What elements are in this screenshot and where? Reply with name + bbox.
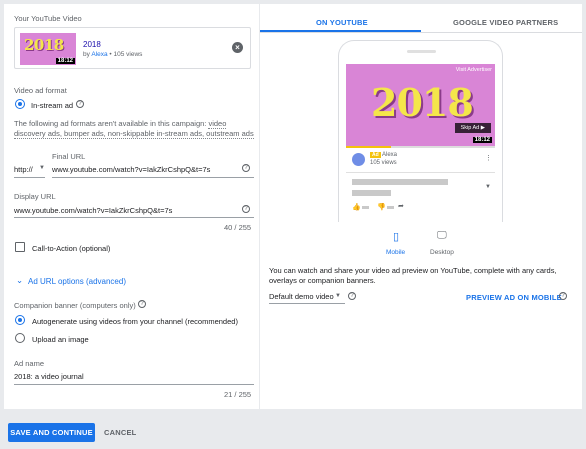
preview-channel: Alexa — [382, 152, 398, 158]
protocol-select[interactable]: http:// — [14, 165, 33, 174]
placeholder-bar — [362, 206, 369, 209]
display-url-label: Display URL — [14, 192, 56, 201]
ad-name-label: Ad name — [14, 359, 45, 368]
display-url-help-icon[interactable]: ? — [242, 205, 250, 213]
ad-format-note-text: The following ad formats aren't availabl… — [14, 119, 207, 128]
video-meta: by Alexa • 105 views — [83, 51, 142, 58]
device-desktop[interactable]: Desktop — [430, 249, 454, 256]
tabs-divider — [260, 32, 582, 33]
display-url-underline — [14, 217, 254, 218]
protocol-dropdown-icon[interactable]: ▼ — [39, 165, 45, 171]
instream-label: In-stream ad — [31, 101, 74, 110]
skip-ad-button[interactable]: Skip Ad ▶ — [454, 123, 491, 133]
video-title[interactable]: 2018 — [83, 40, 101, 49]
selected-video-card[interactable]: 2018 18:12 2018 by Alexa • 105 views × — [14, 27, 251, 69]
ad-progress-bar — [346, 146, 495, 148]
share-icon: ➦ — [398, 203, 404, 210]
final-url-input[interactable]: www.youtube.com/watch?v=IakZkrCshpQ&t=7s — [52, 165, 210, 174]
preview-help-icon[interactable]: ? — [559, 292, 567, 300]
video-thumbnail: 2018 18:12 — [20, 33, 76, 65]
expand-icon[interactable]: ▼ — [485, 184, 491, 190]
placeholder-bar — [352, 190, 391, 196]
preview-on-mobile-link[interactable]: PREVIEW AD ON MOBILE — [466, 293, 562, 302]
cta-label: Call-to-Action (optional) — [32, 244, 111, 253]
tab-on-youtube[interactable]: ON YOUTUBE — [316, 18, 368, 27]
thumbnail-text: 2018 — [24, 36, 64, 54]
final-url-underline — [52, 177, 254, 178]
final-url-help-icon[interactable]: ? — [242, 164, 250, 172]
preview-duration: 18:12 — [472, 137, 492, 143]
instream-radio[interactable] — [15, 99, 25, 109]
preview-year-text: 2018 — [371, 80, 474, 125]
avatar — [352, 153, 365, 166]
cta-checkbox[interactable] — [15, 242, 25, 252]
display-url-input[interactable]: www.youtube.com/watch?v=IakZkrCshpQ&t=7s — [14, 206, 172, 215]
ad-name-underline — [14, 384, 254, 385]
demo-select-dropdown-icon[interactable]: ▼ — [335, 293, 341, 299]
ad-progress-fill — [346, 146, 391, 148]
more-icon[interactable]: ⋮ — [485, 154, 492, 162]
remove-video-icon[interactable]: × — [232, 42, 243, 53]
thumbnail-duration: 18:12 — [55, 58, 75, 64]
ad-video-preview[interactable]: Visit Advertiser 2018 Skip Ad ▶ 18:12 — [346, 64, 495, 146]
ad-preview-panel: ON YOUTUBE GOOGLE VIDEO PARTNERS Visit A… — [260, 4, 582, 409]
dislike-icon: 👎 — [377, 204, 386, 211]
preview-info-text: You can watch and share your video ad pr… — [269, 266, 557, 285]
monitor-icon[interactable]: 🖵 — [437, 230, 447, 241]
ad-settings-panel: Your YouTube Video 2018 18:12 2018 by Al… — [4, 4, 259, 409]
chevron-down-icon[interactable]: ⌄ — [16, 275, 23, 286]
upload-image-label: Upload an image — [32, 335, 89, 344]
help-icon[interactable]: ? — [76, 100, 84, 108]
ad-url-options-toggle[interactable]: Ad URL options (advanced) — [28, 277, 126, 286]
autogenerate-radio[interactable] — [15, 315, 25, 325]
final-url-label: Final URL — [52, 152, 86, 161]
phone-mockup: Visit Advertiser 2018 Skip Ad ▶ 18:12 Ad… — [338, 40, 503, 222]
video-section-label: Your YouTube Video — [14, 14, 82, 23]
phone-speaker — [407, 50, 436, 53]
video-by: by — [83, 51, 90, 58]
companion-help-icon[interactable]: ? — [138, 300, 146, 308]
demo-video-select[interactable]: Default demo video — [269, 292, 334, 301]
demo-select-underline — [269, 303, 345, 304]
protocol-underline — [14, 177, 45, 178]
ad-format-note: The following ad formats aren't availabl… — [14, 119, 254, 139]
cancel-button[interactable]: CANCEL — [104, 423, 136, 442]
placeholder-bar — [352, 179, 448, 185]
companion-label: Companion banner (computers only) — [14, 301, 136, 310]
ad-name-input[interactable]: 2018: a video journal — [14, 372, 84, 381]
display-url-counter: 40 / 255 — [224, 223, 252, 232]
tab-google-video-partners[interactable]: GOOGLE VIDEO PARTNERS — [453, 18, 558, 27]
placeholder-bar — [387, 206, 394, 209]
save-and-continue-button[interactable]: SAVE AND CONTINUE — [8, 423, 95, 442]
preview-divider — [346, 172, 495, 173]
demo-help-icon[interactable]: ? — [348, 292, 356, 300]
visit-advertiser-link[interactable]: Visit Advertiser — [456, 67, 492, 73]
like-icon: 👍 — [352, 204, 361, 211]
ad-badge: Ad — [370, 152, 381, 158]
channel-link[interactable]: Alexa — [91, 51, 107, 58]
ad-format-label: Video ad format — [14, 86, 67, 95]
phone-icon[interactable]: ▯ — [393, 230, 399, 243]
preview-views: 105 views — [370, 160, 397, 166]
video-views: • 105 views — [109, 51, 143, 58]
upload-image-radio[interactable] — [15, 333, 25, 343]
autogenerate-label: Autogenerate using videos from your chan… — [32, 317, 238, 326]
active-tab-indicator — [260, 30, 421, 32]
ad-name-counter: 21 / 255 — [224, 390, 252, 399]
device-mobile[interactable]: Mobile — [386, 249, 405, 256]
